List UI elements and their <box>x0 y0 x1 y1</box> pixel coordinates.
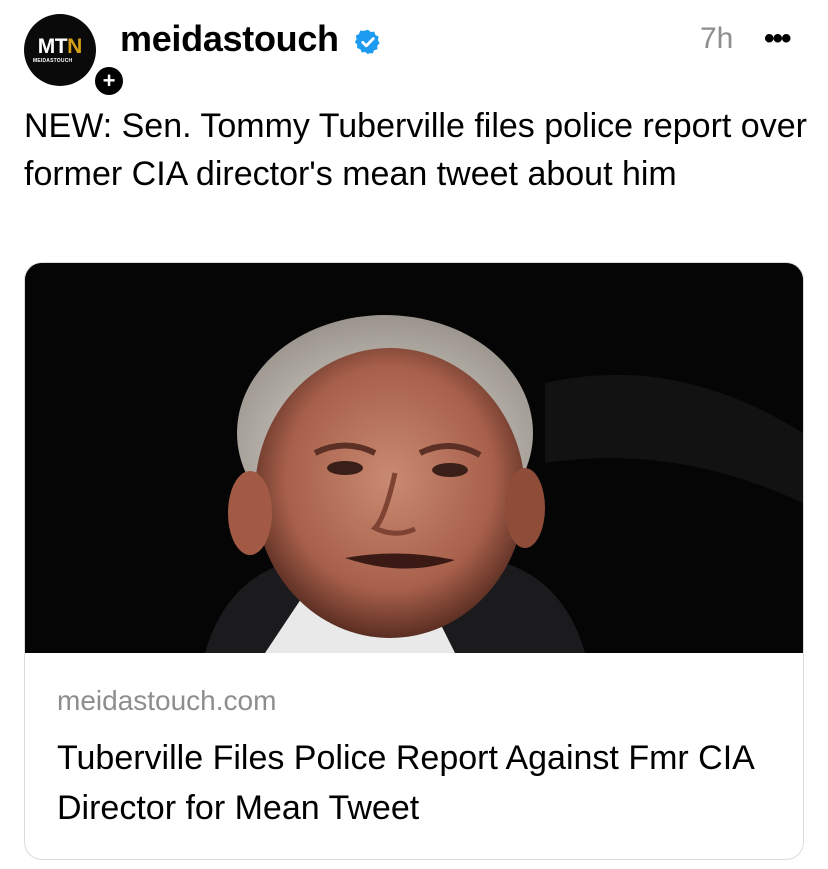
link-domain: meidastouch.com <box>57 685 277 716</box>
more-options-icon[interactable]: ••• <box>764 22 791 56</box>
logo-text: MT <box>37 35 68 58</box>
post-text: NEW: Sen. Tommy Tuberville files police … <box>24 107 807 193</box>
logo-accent: N <box>67 35 83 58</box>
follow-plus-icon[interactable]: + <box>92 64 126 98</box>
meidastouch-logo: MT N <box>24 14 96 86</box>
verified-badge-icon <box>354 29 380 55</box>
link-title[interactable]: Tuberville Files Police Report Against F… <box>57 733 777 833</box>
profile-avatar[interactable]: MT N MEIDASTOUCH + <box>24 14 126 98</box>
post-timestamp: 7h <box>700 22 734 55</box>
link-preview-card[interactable]: meidastouch.com Tuberville Files Police … <box>24 262 804 860</box>
logo-subtext: MEIDASTOUCH <box>33 58 73 64</box>
article-image <box>25 263 803 653</box>
username[interactable]: meidastouch <box>120 18 339 60</box>
